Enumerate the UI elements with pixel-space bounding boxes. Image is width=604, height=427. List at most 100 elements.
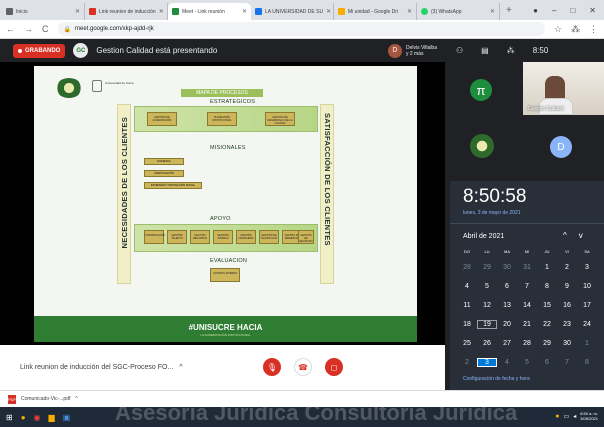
- calendar-day[interactable]: 19: [477, 320, 497, 329]
- tab-whatsapp[interactable]: (3) WhatsApp ✕: [417, 3, 500, 20]
- close-icon[interactable]: ✕: [407, 8, 412, 15]
- hangup-icon: ☎: [298, 362, 308, 372]
- calendar-day[interactable]: 31: [517, 264, 537, 271]
- chevron-down-icon[interactable]: v: [579, 231, 595, 240]
- chat-icon[interactable]: ▤: [481, 46, 489, 55]
- calendar-day[interactable]: 24: [577, 321, 597, 328]
- calendar-day[interactable]: 3: [477, 358, 497, 367]
- windows-start-icon[interactable]: ⊞: [6, 413, 13, 422]
- date-settings-link[interactable]: Configuración de fecha y hora: [463, 376, 530, 382]
- calendar-day[interactable]: 12: [477, 302, 497, 309]
- close-icon[interactable]: ✕: [326, 8, 331, 15]
- calendar-day[interactable]: 1: [537, 264, 557, 271]
- close-icon[interactable]: ✕: [490, 8, 495, 15]
- forward-icon[interactable]: →: [24, 24, 33, 34]
- tab-label: LA UNIVERSIDAD DE SU: [265, 8, 324, 15]
- self-video-tile[interactable]: Gestion Calidad: [523, 62, 604, 115]
- meet-bottom-bar: Link reunion de inducción del SGC-Proces…: [0, 345, 445, 390]
- calendar-day[interactable]: 18: [457, 321, 477, 328]
- meeting-name[interactable]: Link reunion de inducción del SGC-Proces…: [20, 364, 173, 371]
- weekday-label: LU: [484, 249, 490, 254]
- calendar-day[interactable]: 8: [577, 359, 597, 366]
- tray-clock[interactable]: 8:50 a. m. 3/05/2021: [580, 411, 598, 421]
- window-close-icon[interactable]: ✕: [589, 6, 596, 15]
- calendar-day[interactable]: 25: [457, 340, 477, 347]
- calendar-day[interactable]: 20: [497, 321, 517, 328]
- people-icon[interactable]: ⚇: [456, 46, 463, 55]
- chevron-up-icon[interactable]: ^: [563, 231, 579, 240]
- calendar-day[interactable]: 28: [517, 340, 537, 347]
- tab-inicio[interactable]: Inicio ✕: [2, 3, 85, 20]
- tray-icon[interactable]: ●: [555, 413, 559, 420]
- calendar-day[interactable]: 4: [457, 283, 477, 290]
- calendar-day[interactable]: 5: [517, 359, 537, 366]
- menu-icon[interactable]: ⋮: [589, 24, 598, 35]
- presenting-text: Gestion Calidad está presentando: [96, 46, 218, 55]
- calendar-day[interactable]: 11: [457, 302, 477, 309]
- calendar-day[interactable]: 10: [577, 283, 597, 290]
- file-explorer-icon[interactable]: ▆: [49, 413, 55, 422]
- calendar-month[interactable]: Abril de 2021: [463, 233, 504, 240]
- calendar-day[interactable]: 8: [537, 283, 557, 290]
- network-icon[interactable]: ▭: [564, 413, 570, 420]
- back-icon[interactable]: ←: [6, 24, 15, 34]
- calendar-day[interactable]: 3: [577, 264, 597, 271]
- calendar-day[interactable]: 2: [557, 264, 577, 271]
- calendar-day[interactable]: 29: [477, 264, 497, 271]
- maximize-icon[interactable]: □: [570, 6, 575, 15]
- calendar-day[interactable]: 14: [517, 302, 537, 309]
- participant-logo-avatar[interactable]: [470, 134, 494, 158]
- tab-universidad[interactable]: LA UNIVERSIDAD DE SU ✕: [251, 3, 334, 20]
- profile-icon[interactable]: ●: [533, 6, 538, 15]
- volume-icon[interactable]: ◂: [573, 413, 576, 420]
- close-icon[interactable]: ✕: [75, 8, 80, 15]
- calendar-day[interactable]: 27: [497, 340, 517, 347]
- calendar-day[interactable]: 30: [557, 340, 577, 347]
- taskbar-app-icon[interactable]: ●: [21, 413, 26, 422]
- calendar-day[interactable]: 30: [497, 264, 517, 271]
- calendar-day[interactable]: 21: [517, 321, 537, 328]
- calendar-day[interactable]: 17: [577, 302, 597, 309]
- calendar-day[interactable]: 4: [497, 359, 517, 366]
- chrome-icon[interactable]: ◉: [34, 413, 41, 422]
- participant-avatar[interactable]: D: [550, 136, 572, 158]
- url-field[interactable]: 🔒 meet.google.com/xkp-ajdd-rjk: [57, 22, 545, 36]
- reload-icon[interactable]: C: [42, 24, 49, 34]
- calendar-day[interactable]: 2: [457, 359, 477, 366]
- mic-off-button[interactable]: 🎙: [263, 358, 281, 376]
- calendar-day[interactable]: 6: [497, 283, 517, 290]
- calendar-day[interactable]: 29: [537, 340, 557, 347]
- word-icon[interactable]: ▣: [63, 413, 71, 422]
- calendar-day[interactable]: 13: [497, 302, 517, 309]
- calendar-day[interactable]: 22: [537, 321, 557, 328]
- close-icon[interactable]: ✕: [242, 8, 247, 15]
- calendar-day[interactable]: 28: [457, 264, 477, 271]
- new-tab-button[interactable]: +: [500, 3, 518, 20]
- chevron-up-icon[interactable]: ^: [75, 396, 77, 402]
- presenter-chip[interactable]: D Delvis Villalba y 2 más: [387, 43, 445, 58]
- calendar-day[interactable]: 7: [517, 283, 537, 290]
- calendar-day[interactable]: 7: [557, 359, 577, 366]
- download-file[interactable]: Comunicado-Vic-...pdf: [21, 396, 70, 402]
- chevron-up-icon[interactable]: ^: [179, 364, 182, 371]
- calendar-day[interactable]: 9: [557, 283, 577, 290]
- star-icon[interactable]: ☆: [554, 24, 562, 35]
- leave-call-button[interactable]: ☎: [294, 358, 312, 376]
- tab-gmail[interactable]: Link reunion de inducción ✕: [85, 3, 168, 20]
- extensions-icon[interactable]: ⁂: [571, 24, 580, 35]
- calendar-day[interactable]: 15: [537, 302, 557, 309]
- calendar-day[interactable]: 26: [477, 340, 497, 347]
- camera-off-button[interactable]: ◻: [325, 358, 343, 376]
- clock-date[interactable]: lunes, 3 de mayo de 2021: [463, 210, 521, 216]
- calendar-day[interactable]: 23: [557, 321, 577, 328]
- calendar-day[interactable]: 6: [537, 359, 557, 366]
- activities-icon[interactable]: ⁂: [507, 46, 515, 55]
- calendar-day[interactable]: 1: [577, 340, 597, 347]
- minimize-icon[interactable]: –: [552, 6, 556, 15]
- participant-avatar[interactable]: π: [470, 79, 492, 101]
- tab-meet[interactable]: Meet - Link reunión ✕: [168, 3, 251, 20]
- calendar-day[interactable]: 5: [477, 283, 497, 290]
- tab-drive[interactable]: Mi unidad - Google Dri ✕: [334, 3, 417, 20]
- close-icon[interactable]: ✕: [159, 8, 164, 15]
- calendar-day[interactable]: 16: [557, 302, 577, 309]
